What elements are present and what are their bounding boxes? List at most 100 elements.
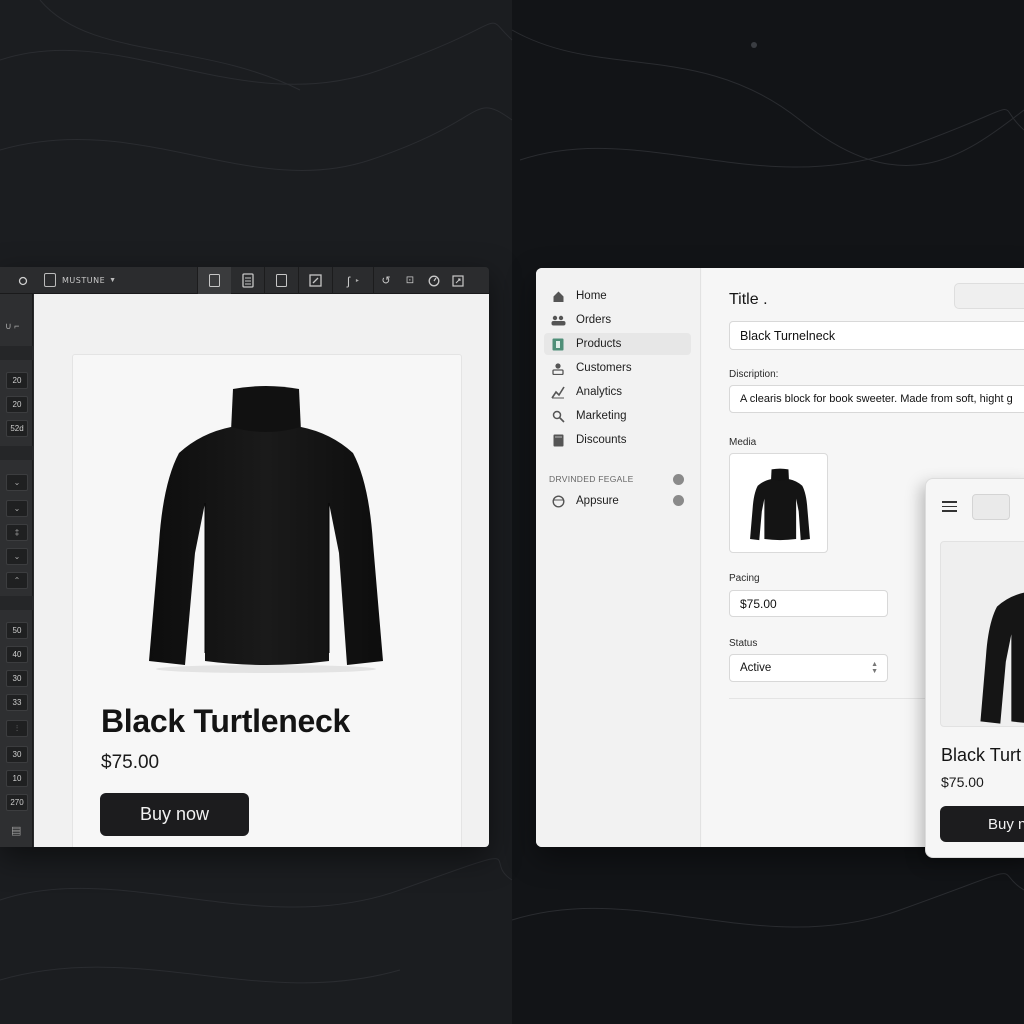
align-dropdown[interactable]: ⌃ [6,572,28,589]
design-editor-window: MUSTUNE ▼ ʃ ▸ ↺ ⊡ ∪ ⌐ 20 20 52d ⌄ ⌄ ‡ ⌄ … [0,267,489,847]
preview-toolbar-box[interactable] [972,494,1010,520]
circle-icon[interactable] [18,267,28,294]
preview-buy-now-button[interactable]: Buy n [940,806,1024,842]
description-input[interactable]: A clearis block for book sweeter. Made f… [729,385,1024,413]
sidebar-divider [0,446,33,460]
size-stepper[interactable]: ‡ [6,524,28,541]
sidebar-row: ⌄ [0,500,33,520]
frame-icon [209,274,220,287]
expand-tool-button[interactable] [446,267,470,294]
font-dropdown[interactable]: ⌄ [6,474,28,491]
pen-icon: ʃ [347,273,350,288]
padding-left-field[interactable]: 33 [6,694,28,711]
mobile-preview-panel: Black Turt $75.00 Buy n [925,478,1024,858]
image-tool-button[interactable] [299,267,332,294]
product-title[interactable]: Black Turtleneck [101,703,350,740]
timer-tool-button[interactable] [422,267,446,294]
sidebar-divider [0,596,33,610]
y-value-field[interactable]: 20 [6,396,28,413]
sidebar-link-row[interactable]: ∪ ⌐ [0,318,33,338]
select-arrows-icon: ▲ ▼ [871,661,878,675]
preview-product-title: Black Turt [941,745,1022,765]
discount-icon [550,432,566,448]
sidebar-item-home[interactable]: Home [544,285,691,307]
users-icon [550,312,566,328]
sidebar-row: 20 [0,396,33,416]
status-select[interactable]: Active ▲ ▼ [729,654,888,682]
app-icon [550,493,566,509]
weight-dropdown[interactable]: ⌄ [6,500,28,517]
image-icon [309,274,322,287]
admin-sidebar: Home Orders Products Customers Analytics… [536,268,701,847]
layers-icon[interactable]: ▤ [11,824,21,837]
design-canvas[interactable]: Black Turtleneck $75.00 Buy now [34,294,489,847]
sidebar-item-discounts[interactable]: Discounts [544,429,691,451]
preview-product-image [940,541,1024,727]
sidebar-item-products[interactable]: Products [544,333,691,355]
product-card[interactable]: Black Turtleneck $75.00 Buy now [72,354,462,847]
sidebar-item-label: Home [576,290,607,302]
rectangle-tool-button[interactable] [265,267,298,294]
frame-tool-button[interactable] [198,267,231,294]
document-icon[interactable] [44,273,56,287]
pen-tool-button[interactable]: ʃ ▸ [333,267,373,294]
component-tool-button[interactable]: ⊡ [398,267,422,294]
sidebar-row: ▤ [0,822,33,842]
x-value-field[interactable]: 20 [6,372,28,389]
sidebar-row: 30 [0,746,33,766]
editor-toolbar: MUSTUNE ▼ ʃ ▸ ↺ ⊡ [0,267,489,294]
rectangle-icon [276,274,287,287]
sidebar-row: ⌄ [0,474,33,494]
padding-bottom-field[interactable]: 30 [6,670,28,687]
sidebar-row: ⌄ [0,548,33,568]
title-input[interactable]: Black Turnelneck [729,321,1024,350]
price-input[interactable]: $75.00 [729,590,888,617]
media-thumbnail[interactable] [729,453,828,553]
component-icon: ⊡ [405,275,415,286]
gap-field[interactable]: 30 [6,746,28,763]
radius-field[interactable]: ⫶ [6,720,28,737]
sidebar-item-orders[interactable]: Orders [544,309,691,331]
sidebar-row: ‡ [0,524,33,544]
file-dropdown-icon[interactable]: ▼ [109,277,116,284]
padding-right-field[interactable]: 40 [6,646,28,663]
sweater-preview-image [980,592,1024,724]
sidebar-item-label: Products [576,338,622,350]
background-dot [751,42,757,48]
app-badge-icon[interactable] [673,495,684,506]
save-button[interactable] [954,283,1024,309]
page-title: Title . [729,291,768,308]
pricing-label: Pacing [729,573,760,584]
sidebar-row: 33 [0,694,33,714]
description-label: Discription: [729,369,779,380]
sidebar-item-analytics[interactable]: Analytics [544,381,691,403]
product-tag-icon [550,336,566,352]
link-tool-button[interactable]: ↺ [374,267,398,294]
preview-product-price: $75.00 [941,774,984,790]
section-settings-icon[interactable] [673,474,684,485]
file-name[interactable]: MUSTUNE [62,276,105,285]
sidebar-row: 50 [0,622,33,642]
status-label: Status [729,638,758,649]
sidebar-item-appsure[interactable]: Appsure [544,490,691,512]
spacing-dropdown[interactable]: ⌄ [6,548,28,565]
customer-icon [550,360,566,376]
sidebar-row: 10 [0,770,33,790]
hamburger-menu-icon[interactable] [942,501,957,515]
sidebar-item-customers[interactable]: Customers [544,357,691,379]
sweater-thumbnail-image [750,468,810,541]
buy-now-button[interactable]: Buy now [100,793,249,836]
sidebar-item-marketing[interactable]: Marketing [544,405,691,427]
sidebar-item-label: Marketing [576,410,627,422]
expand-icon [452,274,464,287]
product-price[interactable]: $75.00 [101,752,159,774]
sidebar-row: 52d [0,420,33,440]
padding-top-field[interactable]: 50 [6,622,28,639]
border-field[interactable]: 10 [6,770,28,787]
sidebar-section-heading: DRVINDED FEGALE [549,474,634,484]
rotation-field[interactable]: 270 [6,794,28,811]
media-label: Media [729,437,757,448]
width-value-field[interactable]: 52d [6,420,28,437]
text-block-tool-button[interactable] [231,267,264,294]
sidebar-row: 20 [0,372,33,392]
